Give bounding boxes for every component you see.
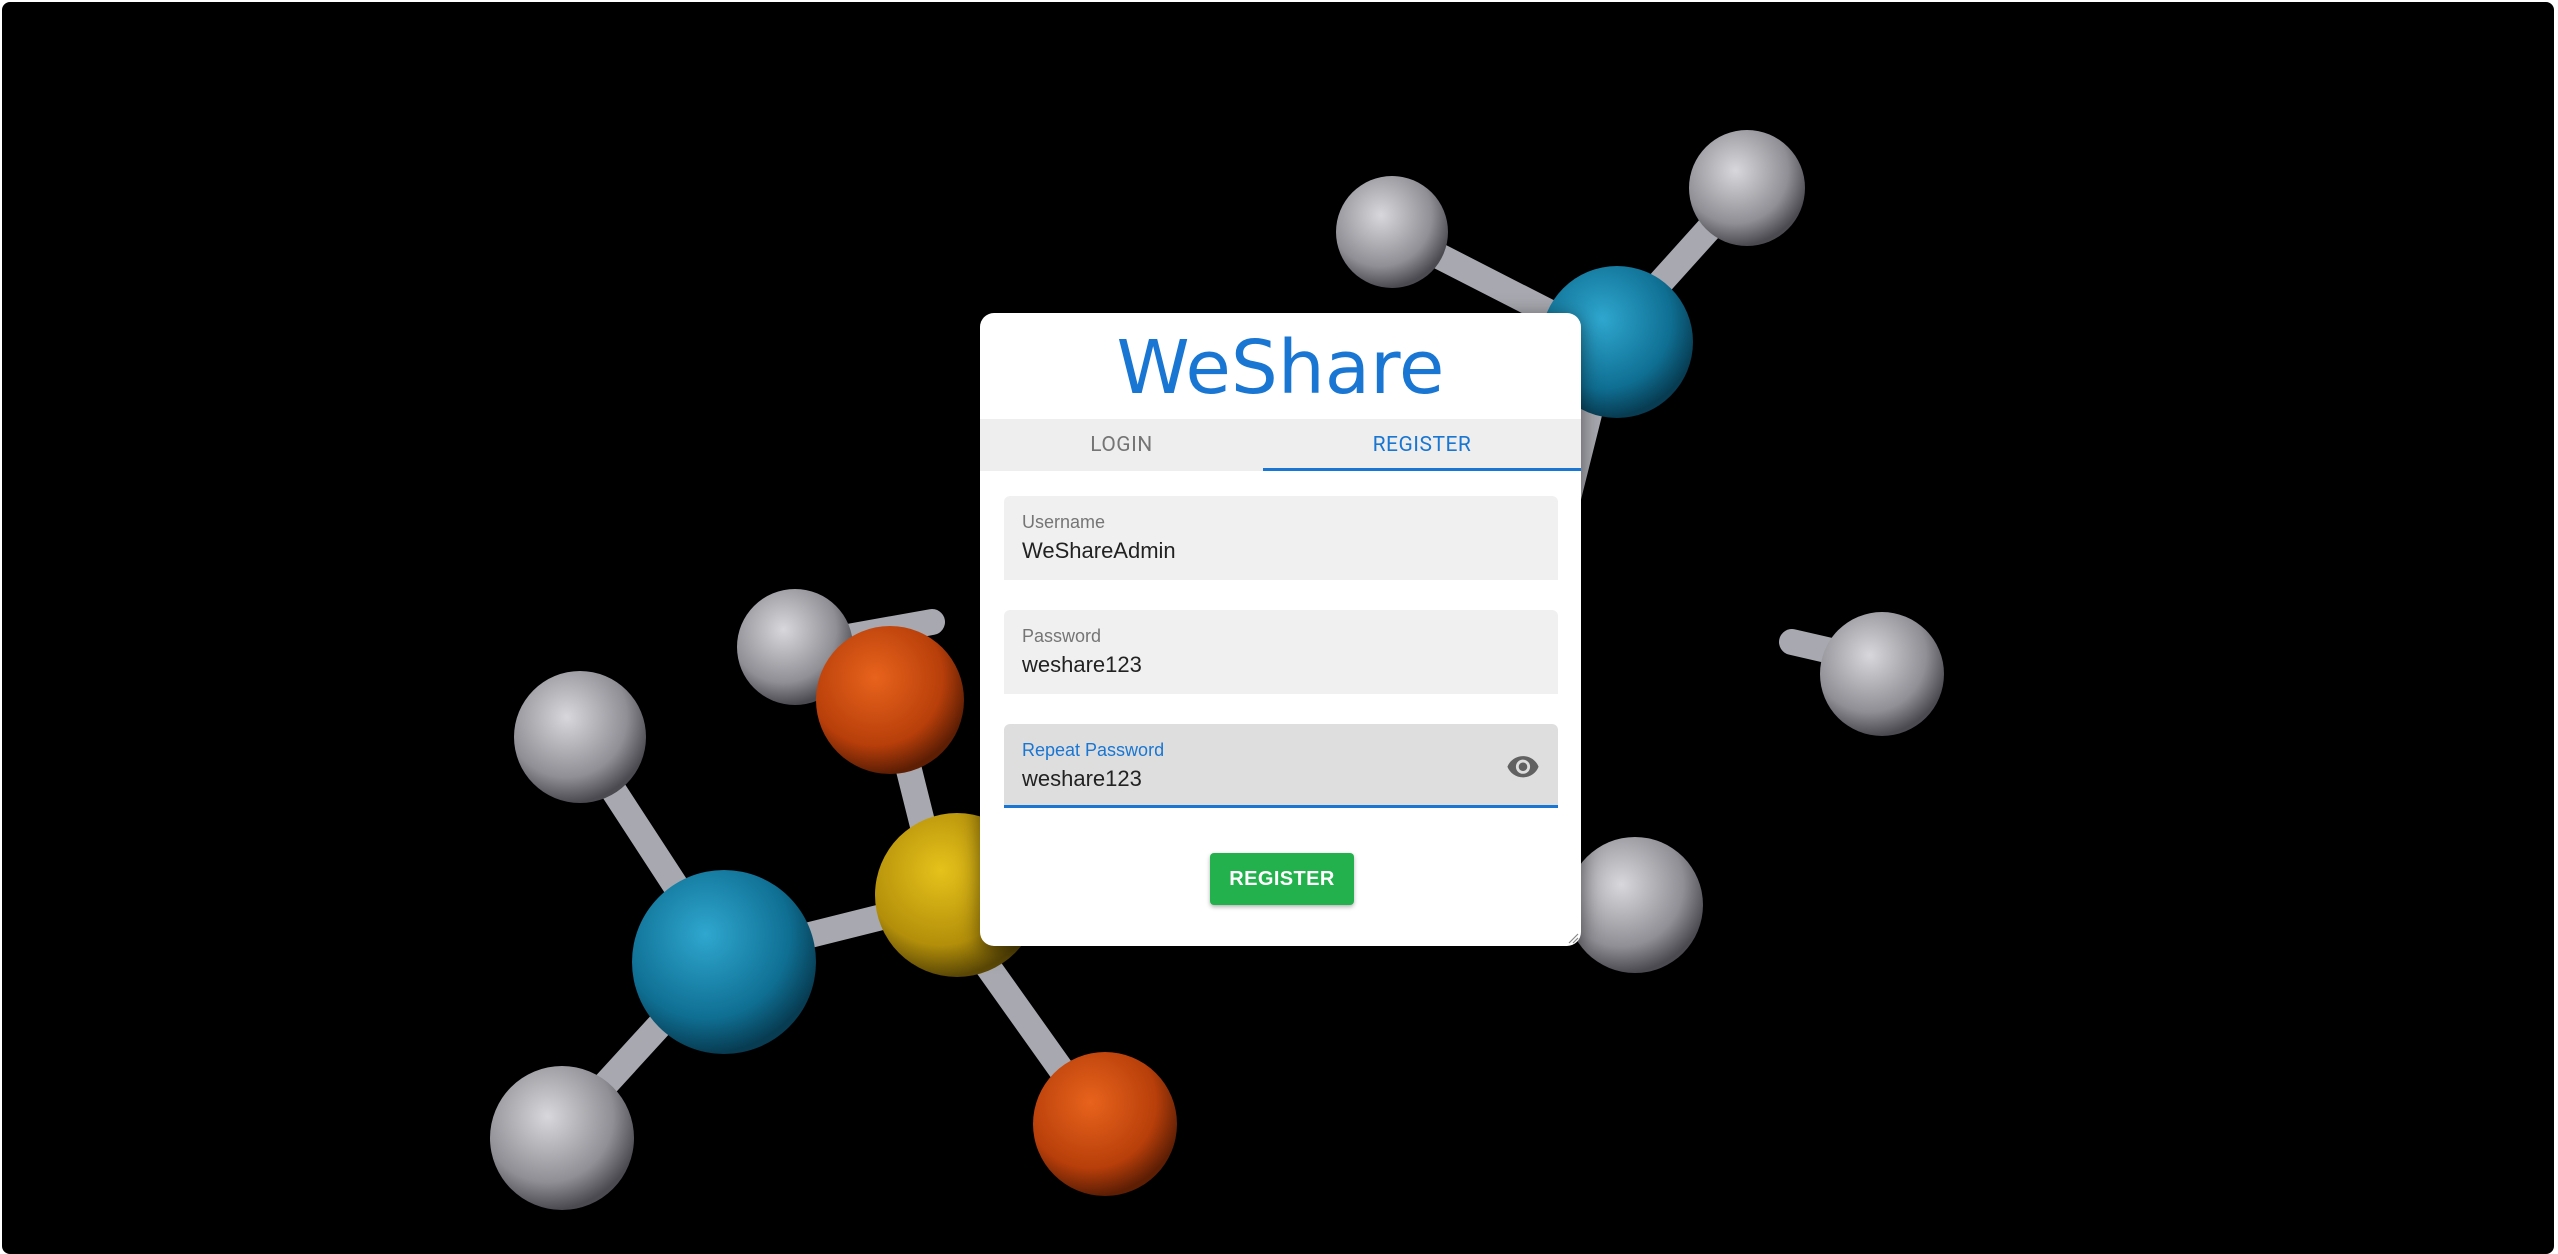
password-label: Password <box>1022 626 1102 646</box>
tab-register[interactable]: REGISTER <box>1263 419 1581 471</box>
register-button[interactable]: REGISTER <box>1210 853 1354 905</box>
auth-dialog: WeShare LOGIN REGISTER Username Password… <box>980 313 1581 946</box>
repeat-password-label: Repeat Password <box>1022 740 1165 760</box>
username-label: Username <box>1022 512 1106 532</box>
app-title: WeShare <box>1116 325 1445 411</box>
username-input[interactable] <box>1022 538 1492 564</box>
page-background: WeShare LOGIN REGISTER Username Password… <box>2 2 2554 1254</box>
password-input[interactable] <box>1022 652 1492 678</box>
tab-login[interactable]: LOGIN <box>980 419 1263 471</box>
repeat-password-field[interactable]: Repeat Password <box>1004 724 1558 808</box>
username-field[interactable]: Username <box>1004 496 1558 580</box>
auth-tabs: LOGIN REGISTER <box>980 419 1581 471</box>
repeat-password-input[interactable] <box>1022 766 1492 792</box>
resize-handle-icon[interactable] <box>1567 932 1579 944</box>
password-field[interactable]: Password <box>1004 610 1558 694</box>
eye-icon[interactable] <box>1506 753 1540 779</box>
